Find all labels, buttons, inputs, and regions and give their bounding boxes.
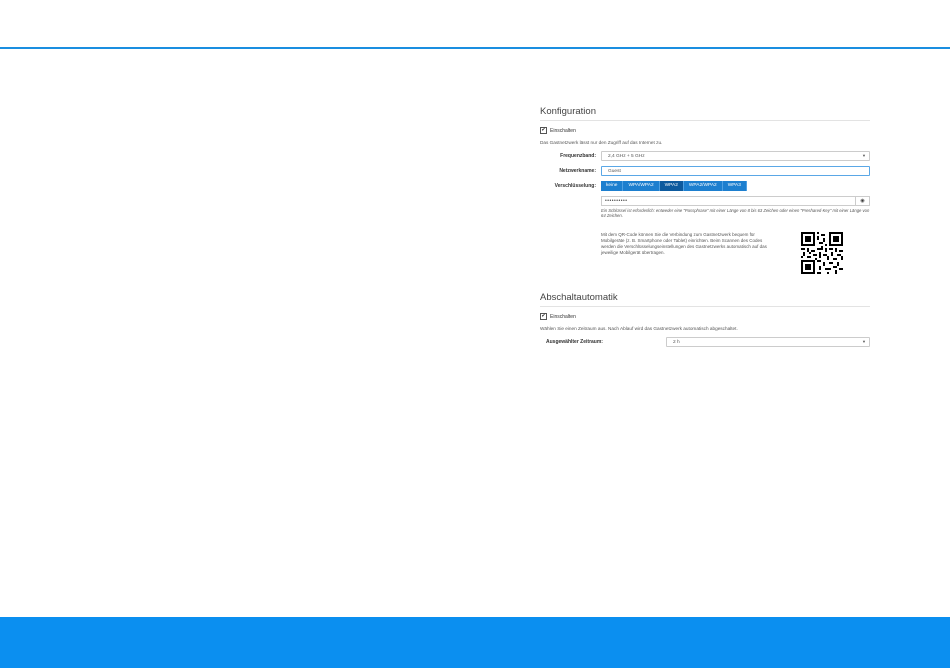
enable-shutdown-row: ✔ Einschalten <box>540 313 870 320</box>
encryption-option-wpa2[interactable]: WPA2 <box>659 181 684 191</box>
qr-description: Mit dem QR-Code können Sie die Verbindun… <box>601 232 767 255</box>
period-value: 2 h <box>673 339 680 345</box>
chevron-down-icon: ▼ <box>862 153 866 158</box>
eye-icon[interactable]: ◉ <box>856 196 870 206</box>
network-name-value: Guest <box>608 168 621 174</box>
password-row: •••••••••• ◉ <box>601 196 870 206</box>
network-name-row: Netzwerkname: Guest <box>540 166 870 176</box>
encryption-option-wpa-wpa2[interactable]: WPA/WPA2 <box>623 181 660 191</box>
frequency-row: Frequenzband: 2,4 GHz + 5 GHz ▼ <box>540 151 870 161</box>
encryption-option-wpa2-wpa2[interactable]: WPA2/WPA2 <box>683 181 723 191</box>
encryption-option-none[interactable]: keine <box>601 181 624 191</box>
header-divider <box>0 47 950 49</box>
network-name-input[interactable]: Guest <box>601 166 870 176</box>
frequency-select[interactable]: 2,4 GHz + 5 GHz ▼ <box>601 151 870 161</box>
footer-band <box>0 617 950 668</box>
guest-info-text: Das Gastnetzwerk lässt nur den Zugriff a… <box>540 140 663 145</box>
enable-guest-label: Einschalten <box>550 127 576 134</box>
enable-guest-checkbox[interactable]: ✔ <box>540 127 547 134</box>
enable-shutdown-checkbox[interactable]: ✔ <box>540 313 547 320</box>
period-select[interactable]: 2 h ▼ <box>666 337 870 347</box>
shutdown-info-text: Wählen Sie einen Zeitraum aus. Nach Abla… <box>540 326 738 331</box>
period-label: Ausgewählter Zeitraum: <box>546 339 603 345</box>
chevron-down-icon: ▼ <box>862 339 866 344</box>
section-title-konfiguration: Konfiguration <box>540 106 870 121</box>
network-name-label: Netzwerkname: <box>559 168 596 174</box>
password-input[interactable]: •••••••••• <box>601 196 856 206</box>
qr-block: Mit dem QR-Code können Sie die Verbindun… <box>601 232 870 274</box>
period-row: Ausgewählter Zeitraum: 2 h ▼ <box>540 337 870 347</box>
qr-code-icon <box>801 232 843 274</box>
encryption-segmented-control: keine WPA/WPA2 WPA2 WPA2/WPA2 WPA3 <box>601 181 747 191</box>
encryption-option-wpa3[interactable]: WPA3 <box>722 181 747 191</box>
encryption-label: Verschlüsselung: <box>554 183 596 189</box>
enable-guest-row: ✔ Einschalten <box>540 127 870 134</box>
guest-network-panel: Konfiguration ✔ Einschalten Das Gastnetz… <box>540 106 870 352</box>
encryption-row: Verschlüsselung: keine WPA/WPA2 WPA2 WPA… <box>540 181 870 191</box>
enable-shutdown-label: Einschalten <box>550 313 576 320</box>
section-title-abschaltautomatik: Abschaltautomatik <box>540 292 870 307</box>
frequency-value: 2,4 GHz + 5 GHz <box>608 153 645 159</box>
password-hint: Ein Schlüssel ist erforderlich: entweder… <box>601 208 870 218</box>
frequency-label: Frequenzband: <box>560 153 596 159</box>
